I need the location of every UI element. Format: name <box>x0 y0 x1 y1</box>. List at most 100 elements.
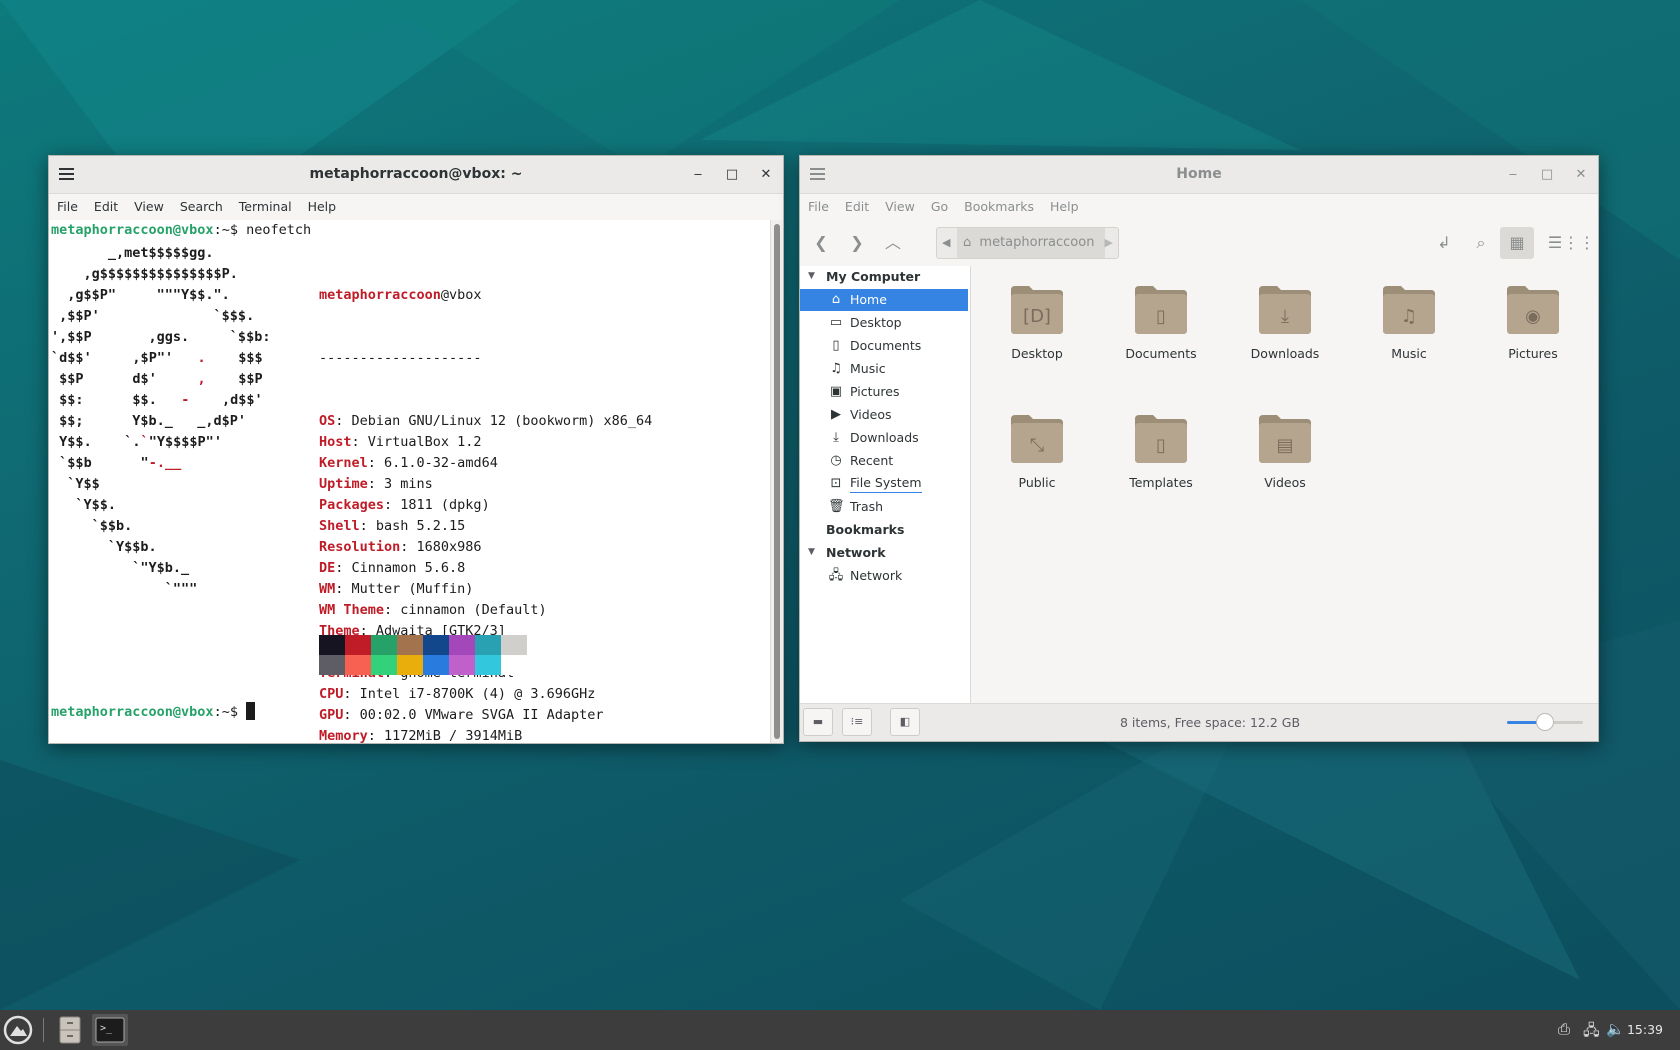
terminal-scrollbar[interactable] <box>770 220 783 743</box>
maximize-icon[interactable]: □ <box>1530 156 1564 193</box>
info-line: OS: Debian GNU/Linux 12 (bookworm) x86_6… <box>319 411 652 432</box>
sidebar-header-bookmarks[interactable]: Bookmarks <box>826 519 904 541</box>
folder-downloads[interactable]: ⤓ Downloads <box>1230 282 1340 361</box>
menu-terminal[interactable]: Terminal <box>231 194 300 220</box>
menu-file[interactable]: File <box>800 194 837 220</box>
menu-edit[interactable]: Edit <box>86 194 126 220</box>
sidebar-header-network: Network <box>826 545 886 560</box>
printer-icon[interactable]: ⎙ <box>1558 1020 1570 1038</box>
expand-triangle-icon[interactable]: ▼ <box>808 547 815 557</box>
sidebar-item-label: Home <box>850 292 887 307</box>
videos-icon: ▶ <box>831 407 841 422</box>
sidebar-item-trash[interactable]: 🗑 Trash <box>800 496 968 518</box>
maximize-icon[interactable]: □ <box>715 156 749 193</box>
minimize-icon[interactable]: ‒ <box>681 156 715 193</box>
color-swatch <box>371 655 397 675</box>
fm-titlebar[interactable]: Home ‒ □ ✕ <box>800 156 1598 194</box>
info-line: GPU: 00:02.0 VMware SVGA II Adapter <box>319 705 652 726</box>
folder-templates[interactable]: ▯ Templates <box>1106 411 1216 490</box>
taskbar-terminal-button[interactable]: >_ <box>92 1014 128 1046</box>
menu-view[interactable]: View <box>877 194 923 220</box>
network-icon: 🖧 <box>828 568 844 583</box>
sidebar-item-desktop[interactable]: ▭ Desktop <box>800 312 968 334</box>
close-icon[interactable]: ✕ <box>749 156 783 193</box>
folder-label: Videos <box>1264 475 1306 490</box>
folder-label: Downloads <box>1250 346 1320 361</box>
show-places-icon[interactable]: ▬ <box>803 708 833 736</box>
ascii-art-line: `Y$$. <box>51 497 117 513</box>
file-cabinet-icon <box>59 1016 81 1044</box>
color-swatch <box>475 635 501 655</box>
path-segment-label: metaphorraccoon <box>979 235 1095 250</box>
sidebar-item-recent[interactable]: ◷ Recent <box>800 450 968 472</box>
prompt-line[interactable]: metaphorraccoon@vbox:~$ <box>51 702 256 720</box>
menu-view[interactable]: View <box>126 194 172 220</box>
zoom-slider[interactable] <box>1507 713 1583 731</box>
network-status-icon[interactable]: 🖧 <box>1583 1020 1600 1045</box>
close-icon[interactable]: ✕ <box>1564 156 1598 193</box>
back-icon[interactable]: ❮ <box>804 227 838 259</box>
info-line: Uptime: 3 mins <box>319 474 652 495</box>
menu-go[interactable]: Go <box>923 194 956 220</box>
clock[interactable]: 15:39 <box>1627 1010 1663 1050</box>
folder-pictures[interactable]: ◉ Pictures <box>1478 282 1588 361</box>
path-right-arrow-icon[interactable]: ▶ <box>1105 228 1113 258</box>
folder-label: Music <box>1391 346 1427 361</box>
sidebar-item-network[interactable]: 🖧 Network <box>800 565 968 587</box>
color-swatch <box>423 635 449 655</box>
folder-public[interactable]: ⤡ Public <box>982 411 1092 490</box>
file-manager-window[interactable]: Home ‒ □ ✕ File Edit View Go Bookmarks Help ❮… <box>799 155 1599 742</box>
terminal-titlebar[interactable]: metaphorraccoon@vbox: ~ ‒ □ ✕ <box>49 156 783 194</box>
path-bar[interactable]: ◀ ⌂ metaphorraccoon ▶ <box>936 227 1119 259</box>
fm-file-area[interactable]: [D] Desktop ▯ Documents ⤓ Downloads ♫ Music ◉ Pic… <box>971 266 1598 704</box>
menu-search[interactable]: Search <box>172 194 231 220</box>
path-left-arrow-icon[interactable]: ◀ <box>942 228 950 258</box>
menu-file[interactable]: File <box>49 194 86 220</box>
sidebar-item-label: Videos <box>850 407 892 422</box>
fm-toolbar: ❮ ❯ ︿ ◀ ⌂ metaphorraccoon ▶ ↲ ⌕ ▦ ☰ ⋮⋮ <box>800 220 1598 267</box>
terminal-window[interactable]: metaphorraccoon@vbox: ~ ‒ □ ✕ File Edit Vi… <box>48 155 784 744</box>
sidebar-item-pictures[interactable]: ▣ Pictures <box>800 381 968 403</box>
compact-view-icon[interactable]: ⋮⋮ <box>1563 227 1595 259</box>
toggle-location-icon[interactable]: ↲ <box>1427 227 1461 259</box>
sidebar-item-videos[interactable]: ▶ Videos <box>800 404 968 426</box>
sidebar-item-documents[interactable]: ▯ Documents <box>800 335 968 357</box>
ascii-art-line: ',$$P ,ggs. `$$b: <box>51 329 271 345</box>
sidebar-item-file-system[interactable]: ⊡ File System <box>800 473 968 495</box>
fm-statusbar: ▬ ⁝≡ ◧ 8 items, Free space: 12.2 GB <box>800 703 1598 741</box>
info-key: DE <box>319 560 336 576</box>
menu-edit[interactable]: Edit <box>837 194 877 220</box>
menu-help[interactable]: Help <box>1042 194 1087 220</box>
scrollbar-thumb[interactable] <box>774 224 780 739</box>
menu-help[interactable]: Help <box>300 194 345 220</box>
icon-view-icon[interactable]: ▦ <box>1500 227 1534 259</box>
menu-bookmarks[interactable]: Bookmarks <box>956 194 1042 220</box>
ascii-art-line: Y$$. `.`"Y$$$$P"' <box>59 434 222 450</box>
volume-icon[interactable]: 🔈 <box>1606 1020 1625 1038</box>
sidebar-item-downloads[interactable]: ⤓ Downloads <box>800 427 968 449</box>
menu-button[interactable] <box>2 1014 34 1046</box>
terminal-output[interactable]: metaphorraccoon@vbox:~$ neofetch _,met$$… <box>49 220 771 743</box>
folder-videos[interactable]: ▤ Videos <box>1230 411 1340 490</box>
minimize-icon[interactable]: ‒ <box>1496 156 1530 193</box>
ascii-art-line: `"Y$b._ <box>51 560 190 576</box>
color-swatch <box>319 635 345 655</box>
taskbar-file-manager-button[interactable] <box>54 1014 86 1046</box>
path-segment-home[interactable]: ⌂ metaphorraccoon <box>957 228 1105 258</box>
show-treeview-icon[interactable]: ⁝≡ <box>842 708 872 736</box>
folder-music[interactable]: ♫ Music <box>1354 282 1464 361</box>
folder-documents[interactable]: ▯ Documents <box>1106 282 1216 361</box>
ascii-art-line: ,g$$P" """Y$$.". <box>51 287 230 303</box>
search-icon[interactable]: ⌕ <box>1464 227 1498 259</box>
sidebar-item-home[interactable]: ⌂ Home <box>800 289 968 311</box>
text-cursor <box>246 702 256 720</box>
hide-sidebar-icon[interactable]: ◧ <box>890 708 920 736</box>
expand-triangle-icon[interactable]: ▼ <box>808 271 815 281</box>
sidebar-item-music[interactable]: ♫ Music <box>800 358 968 380</box>
command-line: metaphorraccoon@vbox:~$ neofetch <box>51 222 311 238</box>
forward-icon[interactable]: ❯ <box>840 227 874 259</box>
zoom-slider-handle[interactable] <box>1536 713 1554 731</box>
up-icon[interactable]: ︿ <box>876 227 910 259</box>
folder-desktop[interactable]: [D] Desktop <box>982 282 1092 361</box>
info-line: Shell: bash 5.2.15 <box>319 516 652 537</box>
